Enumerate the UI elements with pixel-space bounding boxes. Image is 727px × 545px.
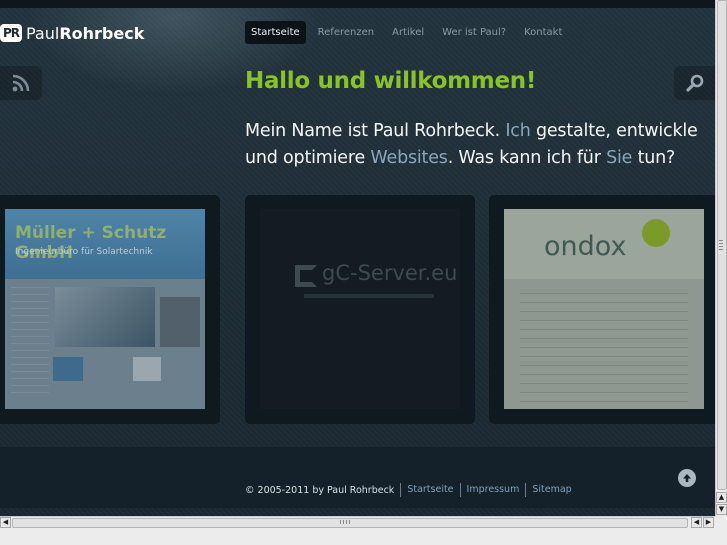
logo-first-name: Paul [26, 23, 60, 43]
footer-link-sitemap[interactable]: Sitemap [525, 483, 577, 497]
reference-title: ondox [544, 231, 627, 262]
nav-item-kontakt[interactable]: Kontakt [518, 21, 568, 44]
intro-highlight-sie[interactable]: Sie [606, 148, 632, 168]
scroll-left-button-end[interactable]: ◀ [691, 517, 702, 528]
window-bottom [0, 528, 727, 545]
reference-card-mueller-schutz[interactable]: Müller + Schutz GmbH Ingenieurbüro für S… [0, 195, 220, 424]
site-logo[interactable]: PR Paul Rohrbeck [0, 22, 144, 44]
vertical-scrollbar[interactable]: ▲ ▼ [715, 0, 727, 516]
reference-title: Müller + Schutz GmbH [15, 223, 167, 263]
scroll-left-button[interactable]: ◀ [0, 517, 11, 528]
intro-highlight-ich[interactable]: Ich [505, 121, 530, 141]
reference-card-gc-server[interactable]: gC-Server.eu [245, 195, 475, 424]
logo-mark: PR [0, 24, 22, 42]
footer-link-impressum[interactable]: Impressum [459, 483, 526, 497]
intro-part-4: tun? [632, 148, 676, 168]
page-headline: Hallo und willkommen! [245, 68, 537, 94]
top-strip [0, 0, 715, 8]
scroll-to-top-button[interactable] [678, 469, 696, 487]
server-logo-icon [295, 265, 317, 287]
footer-bar: © 2005-2011 by Paul Rohrbeck Startseite … [245, 483, 578, 497]
intro-text: Mein Name ist Paul Rohrbeck. Ich gestalt… [245, 118, 715, 172]
reference-screenshot: Müller + Schutz GmbH Ingenieurbüro für S… [5, 209, 205, 409]
reference-screenshot: ondox [504, 209, 704, 409]
badge-icon [642, 219, 670, 247]
footer [0, 447, 715, 508]
rss-icon [12, 74, 30, 92]
reference-screenshot: gC-Server.eu [260, 209, 460, 409]
search-button[interactable] [674, 66, 716, 100]
nav-item-startseite[interactable]: Startseite [245, 21, 306, 44]
arrow-up-icon [683, 474, 691, 482]
intro-part-1: Mein Name ist Paul Rohrbeck. [245, 121, 506, 141]
reference-title: gC-Server.eu [322, 261, 458, 285]
nav-item-referenzen[interactable]: Referenzen [312, 21, 380, 44]
search-icon [686, 74, 704, 92]
main-nav: Startseite Referenzen Artikel Wer ist Pa… [245, 21, 568, 44]
horizontal-scrollbar[interactable]: ◀ ◀ ▶ [0, 516, 715, 528]
rss-button[interactable] [0, 66, 42, 100]
nav-item-wer-ist-paul[interactable]: Wer ist Paul? [436, 21, 512, 44]
intro-part-3: . Was kann ich für [447, 148, 607, 168]
copyright-text: © 2005-2011 by Paul Rohrbeck [245, 484, 395, 496]
footer-link-startseite[interactable]: Startseite [400, 483, 459, 497]
scrollbar-corner [715, 516, 727, 528]
scroll-down-button[interactable]: ▼ [716, 504, 727, 515]
scroll-right-button[interactable]: ▶ [703, 517, 714, 528]
reference-card-ondox[interactable]: ondox [489, 195, 719, 424]
nav-item-artikel[interactable]: Artikel [386, 21, 430, 44]
scroll-up-button[interactable]: ▲ [716, 492, 727, 503]
intro-highlight-websites[interactable]: Websites [370, 148, 447, 168]
reference-subtitle: Ingenieurbüro für Solartechnik [15, 247, 153, 257]
logo-last-name: Rohrbeck [59, 23, 145, 43]
